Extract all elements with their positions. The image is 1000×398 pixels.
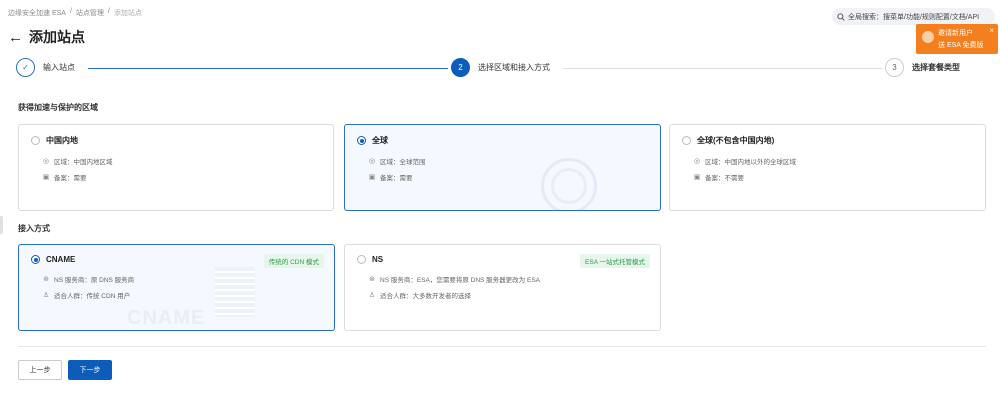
- global-search-label: 全局搜索：搜菜单/功能/规则配置/文档/API: [848, 13, 980, 21]
- breadcrumb-item-current: 添加站点: [113, 10, 142, 17]
- region-card-global-excl-mainland[interactable]: 全球(不包含中国内地) ◎ 区域：中国内地以外的全球区域 ▣ 备案：不需要: [669, 124, 986, 211]
- breadcrumb: 边缘安全加速 ESA / 站点管理 / 添加站点: [8, 8, 142, 18]
- step-number: 2: [451, 58, 470, 77]
- step-connector-1: [88, 68, 448, 69]
- card-title: CNAME: [46, 255, 76, 264]
- access-section-label: 接入方式: [18, 224, 50, 233]
- card-title: NS: [372, 255, 384, 264]
- radio-button[interactable]: [357, 136, 366, 145]
- radio-button[interactable]: [682, 136, 691, 145]
- breadcrumb-separator: /: [69, 8, 72, 15]
- access-card-ns[interactable]: NS ESA 一站式托管模式 ⊛ NS 服务商：ESA，您需要将原 DNS 服务…: [344, 244, 661, 331]
- server-icon: ⊛: [369, 276, 375, 283]
- global-search[interactable]: 全局搜索：搜菜单/功能/规则配置/文档/API: [832, 8, 995, 25]
- access-card-cname[interactable]: CNAME CNAME 传统的 CDN 模式 ⊛ NS 服务商：原 DNS 服务…: [18, 244, 335, 331]
- gift-icon: [922, 31, 934, 43]
- card-detail: NS 服务商：原 DNS 服务商: [54, 277, 135, 284]
- user-group-icon: ♙: [368, 292, 376, 299]
- record-icon: ▣: [42, 174, 50, 181]
- promo-line-2: 送 ESA 免费版: [938, 42, 984, 49]
- promo-line-1: 邀请新用户: [938, 30, 973, 37]
- radio-button[interactable]: [357, 255, 366, 264]
- card-detail: 适合人群：大多数开发者的选择: [380, 293, 471, 300]
- page-header: ← 添加站点: [8, 27, 85, 47]
- step-label: 选择套餐类型: [912, 63, 960, 72]
- breadcrumb-separator: /: [107, 8, 110, 15]
- record-icon: ▣: [368, 174, 376, 181]
- region-card-mainland[interactable]: 中国内地 ◎ 区域：中国内地区域 ▣ 备案：需要: [18, 124, 334, 211]
- breadcrumb-item-site-management[interactable]: 站点管理: [76, 8, 104, 18]
- region-card-global[interactable]: 全球 ◎ 区域：全球范围 ▣ 备案：需要: [344, 124, 661, 211]
- radio-button[interactable]: [31, 255, 40, 264]
- prev-step-button[interactable]: 上一步: [18, 360, 62, 380]
- step-label: 输入站点: [43, 63, 75, 72]
- step-label: 选择区域和接入方式: [478, 63, 550, 72]
- region-section-label: 获得加速与保护的区域: [18, 103, 98, 112]
- location-icon: ◎: [693, 158, 701, 165]
- promo-banner[interactable]: 邀请新用户 送 ESA 免费版 ×: [916, 24, 998, 54]
- card-detail: 适合人群：传统 CDN 用户: [54, 293, 131, 300]
- promo-text: 邀请新用户 送 ESA 免费版: [938, 28, 984, 54]
- step-2: 2 选择区域和接入方式: [451, 58, 550, 77]
- user-group-icon: ♙: [42, 292, 50, 299]
- step-1: ✓ 输入站点: [16, 58, 75, 77]
- location-icon: ◎: [42, 158, 50, 165]
- side-panel-handle[interactable]: [0, 216, 3, 234]
- card-detail: 区域：中国内地以外的全球区域: [705, 159, 796, 166]
- close-icon[interactable]: ×: [989, 26, 994, 35]
- card-detail: 备案：需要: [54, 175, 87, 182]
- divider: [18, 346, 986, 347]
- radio-button[interactable]: [31, 136, 40, 145]
- card-detail: 备案：不需要: [705, 175, 744, 182]
- step-number: 3: [885, 58, 904, 77]
- stepper: ✓ 输入站点 2 选择区域和接入方式 3 选择套餐类型: [8, 58, 993, 80]
- mode-tag: ESA 一站式托管模式: [580, 254, 650, 268]
- step-3: 3 选择套餐类型: [885, 58, 960, 77]
- server-icon: ⊛: [43, 276, 49, 283]
- location-icon: ◎: [368, 158, 376, 165]
- card-detail: NS 服务商：ESA，您需要将原 DNS 服务器更改为 ESA: [380, 277, 540, 284]
- cname-watermark: CNAME: [127, 307, 206, 329]
- page-title: 添加站点: [29, 29, 85, 45]
- back-arrow-icon[interactable]: ←: [8, 29, 23, 46]
- card-title: 全球(不包含中国内地): [697, 136, 775, 145]
- record-icon: ▣: [693, 174, 701, 181]
- check-icon: ✓: [16, 58, 35, 77]
- mode-tag: 传统的 CDN 模式: [263, 254, 324, 268]
- card-detail: 区域：中国内地区域: [54, 159, 113, 166]
- breadcrumb-item-esa[interactable]: 边缘安全加速 ESA: [8, 8, 66, 18]
- next-step-button[interactable]: 下一步: [68, 360, 112, 380]
- card-title: 全球: [372, 136, 388, 145]
- card-detail: 备案：需要: [380, 175, 413, 182]
- step-connector-2: [563, 68, 883, 69]
- search-icon: [837, 12, 845, 21]
- card-title: 中国内地: [46, 136, 78, 145]
- card-detail: 区域：全球范围: [380, 159, 426, 166]
